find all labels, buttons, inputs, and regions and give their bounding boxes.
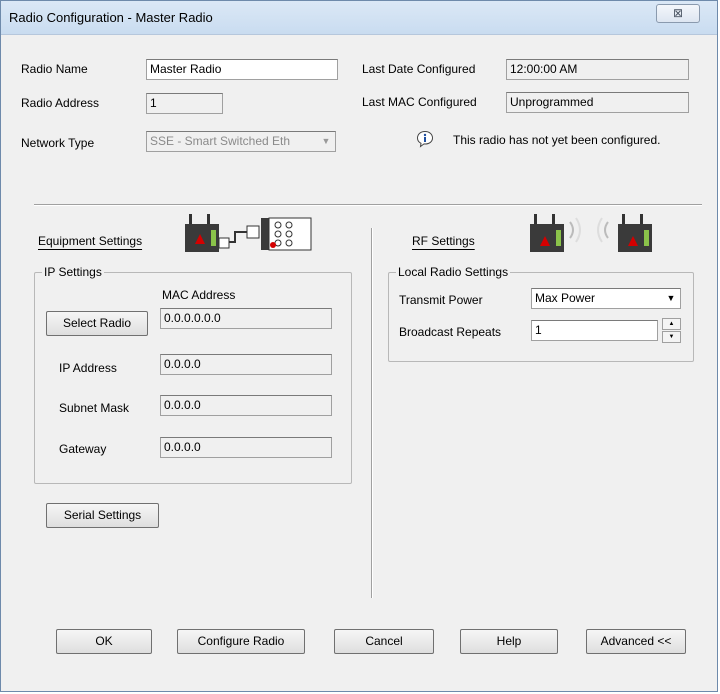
help-button[interactable]: Help [460, 629, 558, 654]
serial-settings-button[interactable]: Serial Settings [46, 503, 159, 528]
transmit-power-label: Transmit Power [399, 293, 483, 307]
gateway-field: 0.0.0.0 [160, 437, 332, 458]
chevron-up-icon: ▲ [668, 321, 675, 327]
column-divider [371, 228, 373, 598]
subnet-mask-label: Subnet Mask [59, 401, 130, 415]
mac-address-label: MAC Address [162, 288, 236, 302]
broadcast-repeats-spinner: ▲ ▼ [662, 318, 681, 343]
subnet-mask-field: 0.0.0.0 [160, 395, 332, 416]
advanced-button[interactable]: Advanced << [586, 629, 686, 654]
select-radio-button[interactable]: Select Radio [46, 311, 148, 336]
radio-address-label: Radio Address [21, 96, 100, 110]
spin-up-button[interactable]: ▲ [662, 318, 681, 330]
last-mac-configured-label: Last MAC Configured [362, 95, 477, 109]
equipment-diagram-icon [183, 212, 313, 254]
rf-link-icon [528, 212, 668, 258]
local-radio-settings-legend: Local Radio Settings [396, 265, 511, 279]
window-title: Radio Configuration - Master Radio [9, 10, 213, 25]
close-button[interactable]: ⊠ [656, 4, 700, 23]
network-type-select[interactable]: SSE - Smart Switched Eth ▼ [146, 131, 336, 152]
chevron-down-icon: ▼ [668, 334, 675, 340]
last-mac-configured-field: Unprogrammed [506, 92, 689, 113]
close-icon: ⊠ [672, 6, 684, 20]
network-type-value: SSE - Smart Switched Eth [150, 134, 291, 148]
ip-address-label: IP Address [59, 361, 117, 375]
network-type-label: Network Type [21, 136, 95, 150]
info-icon [416, 130, 434, 148]
last-date-configured-field: 12:00:00 AM [506, 59, 689, 80]
ip-settings-legend: IP Settings [42, 265, 104, 279]
rf-settings-heading: RF Settings [412, 234, 475, 248]
ok-button[interactable]: OK [56, 629, 152, 654]
chevron-down-icon: ▼ [663, 290, 679, 307]
title-bar: Radio Configuration - Master Radio ⊠ [1, 1, 717, 35]
local-radio-settings-group [388, 272, 694, 362]
ip-address-field: 0.0.0.0 [160, 354, 332, 375]
transmit-power-value: Max Power [535, 291, 596, 305]
chevron-down-icon: ▼ [318, 133, 334, 150]
cancel-button[interactable]: Cancel [334, 629, 434, 654]
mac-address-field: 0.0.0.0.0.0 [160, 308, 332, 329]
configure-radio-button[interactable]: Configure Radio [177, 629, 305, 654]
gateway-label: Gateway [59, 442, 107, 456]
radio-address-field: 1 [146, 93, 223, 114]
radio-name-input[interactable]: Master Radio [146, 59, 338, 80]
spin-down-button[interactable]: ▼ [662, 331, 681, 343]
broadcast-repeats-input[interactable]: 1 [531, 320, 658, 341]
radio-name-label: Radio Name [21, 62, 88, 76]
broadcast-repeats-label: Broadcast Repeats [399, 325, 502, 339]
info-message: This radio has not yet been configured. [453, 133, 661, 147]
equipment-settings-heading: Equipment Settings [38, 234, 143, 248]
transmit-power-select[interactable]: Max Power ▼ [531, 288, 681, 309]
last-date-configured-label: Last Date Configured [362, 62, 476, 76]
section-divider [34, 204, 702, 206]
